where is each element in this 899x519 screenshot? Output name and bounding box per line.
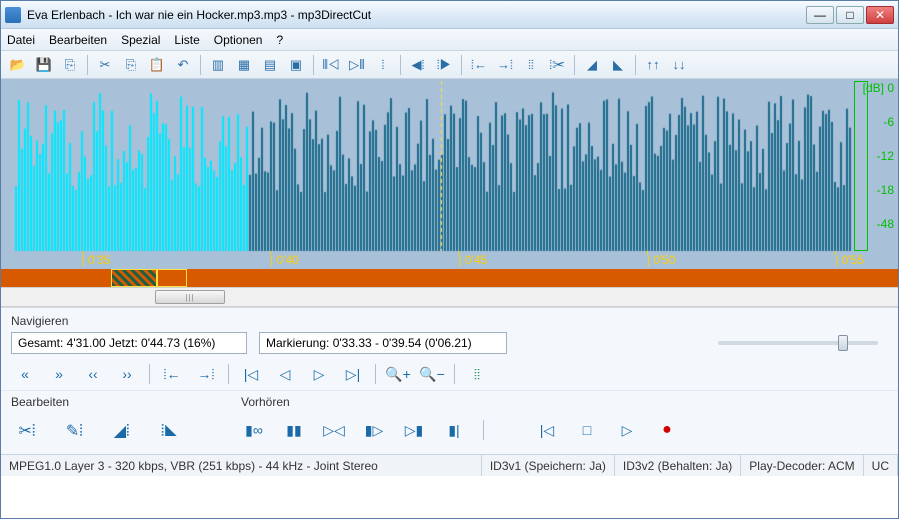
navigate-panel: Navigieren Gesamt: 4'31.00 Jetzt: 0'44.7… — [1, 307, 898, 390]
toggle-marks-button[interactable]: ⦙⦙ — [463, 362, 491, 386]
goto-sel-start-button[interactable]: ⦙← — [158, 362, 186, 386]
edit-panel: Bearbeiten ✂⦙ ✎⦙ ◢⦙ ⦙◣ — [11, 395, 241, 446]
play-out-button[interactable]: ▷▮ — [401, 417, 427, 443]
navigate-label: Navigieren — [11, 314, 888, 328]
edit-tool-button[interactable]: ✎⦙ — [58, 417, 90, 445]
trim-end-button[interactable]: ⦙◣ — [153, 418, 185, 446]
status-format: MPEG1.0 Layer 3 - 320 kbps, VBR (251 kbp… — [1, 455, 482, 476]
play-sel-button[interactable]: ▮▮ — [281, 417, 307, 443]
zoom-sel-icon[interactable]: ▦ — [233, 54, 255, 76]
set-end-icon[interactable]: ▷⦀ — [346, 54, 368, 76]
record-button[interactable]: ● — [654, 417, 680, 443]
fade-in-icon[interactable]: ◢ — [581, 54, 603, 76]
open-icon[interactable]: 📂 — [7, 54, 29, 76]
fade-out-icon[interactable]: ◣ — [607, 54, 629, 76]
menu-bearbeiten[interactable]: Bearbeiten — [49, 33, 107, 47]
play-loop-button[interactable]: ▮∞ — [241, 417, 267, 443]
paste-icon[interactable]: 📋 — [146, 54, 168, 76]
save-icon[interactable]: 💾 — [33, 54, 55, 76]
step-back-button[interactable]: ◁ — [271, 362, 299, 386]
toolbar: 📂 💾 ⎘ ✂ ⎘ 📋 ↶ ▥ ▦ ▤ ▣ ⦀◁ ▷⦀ ⦙ ◀⦙ ⦙▶ ⦙← →… — [1, 51, 898, 79]
forward-button[interactable]: ›› — [113, 362, 141, 386]
goto-sel-end-button[interactable]: →⦙ — [192, 362, 220, 386]
overview-selection[interactable] — [111, 269, 157, 287]
skip-back-button[interactable]: |◁ — [534, 417, 560, 443]
menu-help[interactable]: ? — [276, 33, 283, 47]
zoom-in-button[interactable]: 🔍+ — [384, 362, 412, 386]
prev-cue-button[interactable]: |◁ — [237, 362, 265, 386]
play-button[interactable]: ▷ — [614, 417, 640, 443]
play-to-end-button[interactable]: ▮| — [441, 417, 467, 443]
nudge-right-icon[interactable]: ⦙▶ — [433, 54, 455, 76]
gain-down-icon[interactable]: ↓↓ — [668, 54, 690, 76]
step-fwd-button[interactable]: ▷ — [305, 362, 333, 386]
time-ruler: | 0'35| 0'40| 0'45| 0'50| 0'55 — [1, 253, 898, 267]
gain-up-icon[interactable]: ↑↑ — [642, 54, 664, 76]
status-id3v2: ID3v2 (Behalten: Ja) — [615, 455, 741, 476]
minimize-button[interactable]: — — [806, 6, 834, 24]
play-in-button[interactable]: ▮▷ — [361, 417, 387, 443]
statusbar: MPEG1.0 Layer 3 - 320 kbps, VBR (251 kbp… — [1, 454, 898, 476]
split-icon[interactable]: ⦙✂ — [546, 54, 568, 76]
set-begin-icon[interactable]: ⦀◁ — [320, 54, 342, 76]
zoom-in-icon[interactable]: ▥ — [207, 54, 229, 76]
menu-spezial[interactable]: Spezial — [121, 33, 160, 47]
preview-label: Vorhören — [241, 395, 888, 409]
zoom-full-icon[interactable]: ▣ — [285, 54, 307, 76]
app-icon — [5, 7, 21, 23]
selection-field[interactable]: Markierung: 0'33.33 - 0'39.54 (0'06.21) — [259, 332, 507, 354]
nudge-left-icon[interactable]: ◀⦙ — [407, 54, 429, 76]
crop-icon[interactable]: ⦙⦙ — [520, 54, 542, 76]
overview-cursor[interactable] — [157, 269, 187, 287]
zoom-out-icon[interactable]: ▤ — [259, 54, 281, 76]
titlebar[interactable]: Eva Erlenbach - Ich war nie ein Hocker.m… — [1, 1, 898, 29]
play-from-button[interactable]: ▷◁ — [321, 417, 347, 443]
cut-icon[interactable]: ✂ — [94, 54, 116, 76]
cut-tool-button[interactable]: ✂⦙ — [11, 417, 43, 445]
forward-fast-button[interactable]: » — [45, 362, 73, 386]
copy-icon[interactable]: ⎘ — [120, 54, 142, 76]
preview-panel: Vorhören ▮∞ ▮▮ ▷◁ ▮▷ ▷▮ ▮| |◁ □ ▷ ● — [241, 395, 888, 446]
db-scale: [dB] 0 -6 -12 -18 -48 — [863, 81, 894, 251]
position-slider[interactable] — [535, 332, 878, 354]
rewind-fast-button[interactable]: « — [11, 362, 39, 386]
menu-datei[interactable]: Datei — [7, 33, 35, 47]
cue-icon[interactable]: ⦙ — [372, 54, 394, 76]
trim-start-button[interactable]: ◢⦙ — [106, 417, 138, 445]
nav-buttons: « » ‹‹ ›› ⦙← →⦙ |◁ ◁ ▷ ▷| 🔍+ 🔍− ⦙⦙ — [11, 362, 888, 386]
save-sel-icon[interactable]: ⎘ — [59, 54, 81, 76]
status-uc: UC — [864, 455, 898, 476]
close-button[interactable]: ✕ — [866, 6, 894, 24]
trim-left-icon[interactable]: ⦙← — [468, 54, 490, 76]
next-cue-button[interactable]: ▷| — [339, 362, 367, 386]
menu-liste[interactable]: Liste — [174, 33, 199, 47]
app-window: Eva Erlenbach - Ich war nie ein Hocker.m… — [0, 0, 899, 519]
maximize-button[interactable]: □ — [836, 6, 864, 24]
waveform[interactable]: [dB] 0 -6 -12 -18 -48 | 0'35| 0'40| 0'45… — [1, 79, 898, 269]
rewind-button[interactable]: ‹‹ — [79, 362, 107, 386]
edit-label: Bearbeiten — [11, 395, 241, 409]
window-title: Eva Erlenbach - Ich war nie ein Hocker.m… — [27, 8, 806, 22]
overview-bar[interactable] — [1, 269, 898, 287]
status-id3v1: ID3v1 (Speichern: Ja) — [482, 455, 615, 476]
h-scrollbar[interactable]: ||| — [1, 287, 898, 307]
trim-right-icon[interactable]: →⦙ — [494, 54, 516, 76]
menubar: Datei Bearbeiten Spezial Liste Optionen … — [1, 29, 898, 51]
menu-optionen[interactable]: Optionen — [214, 33, 263, 47]
total-time-field[interactable]: Gesamt: 4'31.00 Jetzt: 0'44.73 (16%) — [11, 332, 247, 354]
zoom-out-button[interactable]: 🔍− — [418, 362, 446, 386]
undo-icon[interactable]: ↶ — [172, 54, 194, 76]
scrollbar-thumb[interactable]: ||| — [155, 290, 225, 304]
status-decoder: Play-Decoder: ACM — [741, 455, 863, 476]
stop-button[interactable]: □ — [574, 417, 600, 443]
